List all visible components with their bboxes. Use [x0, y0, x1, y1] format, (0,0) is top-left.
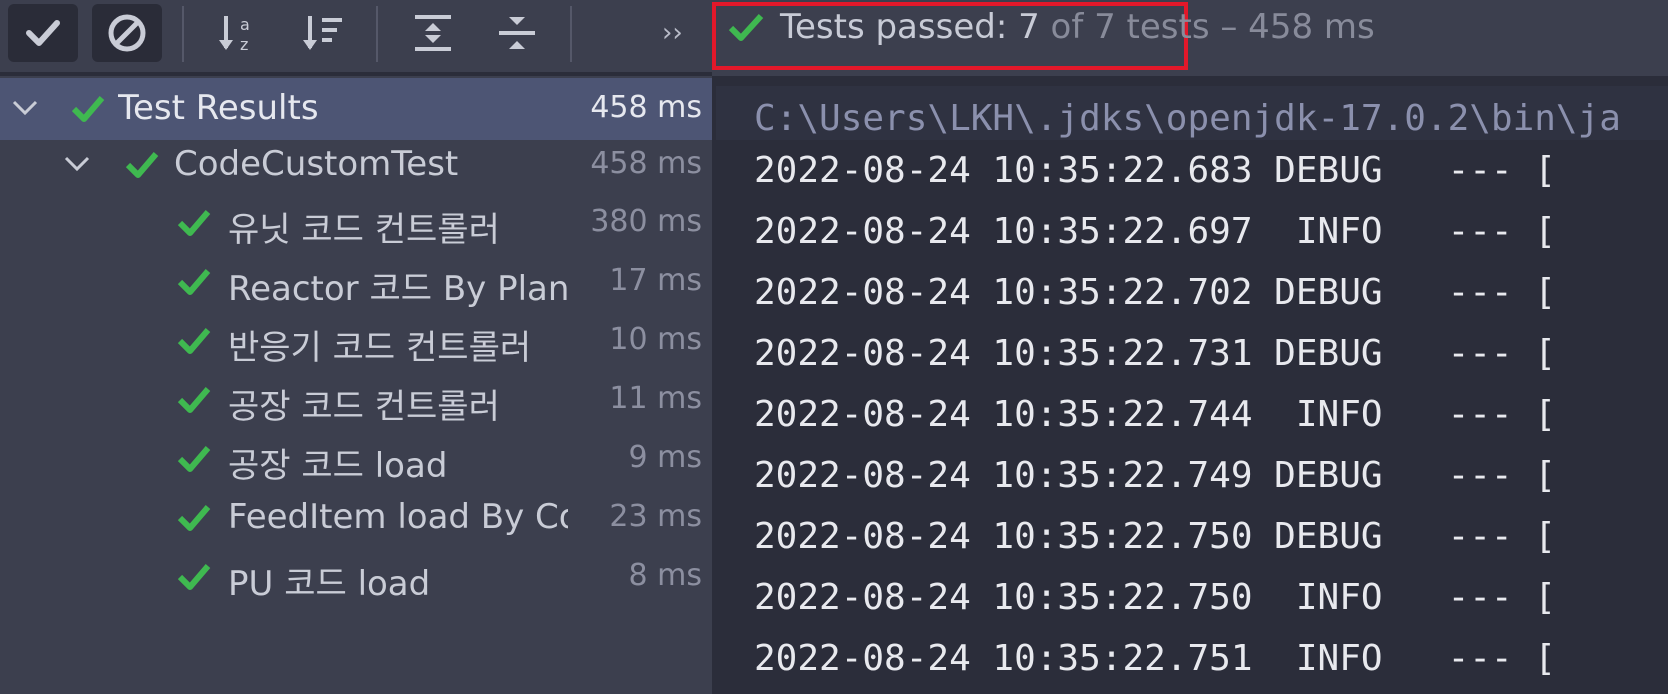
status-summary: Tests passed: 7 of 7 tests – 458 ms	[780, 7, 1375, 47]
test-row[interactable]: 공장 코드 load 9 ms	[0, 428, 712, 490]
test-row[interactable]: PU 코드 load 8 ms	[0, 546, 712, 608]
tree-root-row[interactable]: Test Results 458 ms	[0, 78, 712, 140]
check-icon	[71, 96, 105, 122]
total-duration-label: – 458 ms	[1220, 7, 1375, 47]
expand-all-icon	[415, 15, 451, 51]
passed-count-label: Tests passed: 7	[780, 7, 1040, 47]
log-line: 2022-08-24 10:35:22.750 INFO --- [	[754, 577, 1556, 618]
tree-suite-time: 458 ms	[590, 146, 702, 181]
more-actions-button[interactable]: ››	[662, 18, 683, 48]
test-name: Reactor 코드 By Plant a	[228, 269, 568, 309]
check-icon	[177, 446, 211, 472]
test-name: 공장 코드 컨트롤러	[228, 387, 500, 427]
collapse-all-button[interactable]	[482, 4, 552, 62]
toolbar-separator	[182, 6, 184, 62]
test-name: FeedItem load By Code	[228, 497, 568, 537]
test-time: 23 ms	[609, 499, 702, 534]
sort-alpha-button[interactable]: a z	[204, 4, 274, 62]
log-line: 2022-08-24 10:35:22.702 DEBUG --- [	[754, 272, 1556, 313]
check-icon	[177, 505, 211, 531]
svg-text:a: a	[240, 15, 250, 34]
test-name: 유닛 코드 컨트롤러	[228, 210, 500, 250]
test-time: 10 ms	[609, 322, 702, 357]
show-ignored-button[interactable]	[92, 4, 162, 62]
log-line: 2022-08-24 10:35:22.731 DEBUG --- [	[754, 333, 1556, 374]
toolbar-separator	[376, 6, 378, 62]
test-status-bar: Tests passed: 7 of 7 tests – 458 ms	[712, 0, 1668, 76]
expand-all-button[interactable]	[398, 4, 468, 62]
test-row[interactable]: 반응기 코드 컨트롤러 10 ms	[0, 310, 712, 372]
test-time: 8 ms	[628, 558, 702, 593]
test-row[interactable]: 공장 코드 컨트롤러 11 ms	[0, 369, 712, 431]
sort-duration-button[interactable]	[288, 4, 358, 62]
tree-suite-label: CodeCustomTest	[174, 144, 459, 184]
log-line: 2022-08-24 10:35:22.744 INFO --- [	[754, 394, 1556, 435]
test-time: 380 ms	[590, 204, 702, 239]
log-line: 2022-08-24 10:35:22.697 INFO --- [	[754, 211, 1556, 252]
check-icon	[177, 328, 211, 354]
check-icon	[728, 13, 764, 41]
toolbar-separator	[570, 6, 572, 62]
tree-suite-row[interactable]: CodeCustomTest 458 ms	[0, 134, 712, 196]
tree-root-label: Test Results	[118, 88, 319, 128]
test-row[interactable]: 유닛 코드 컨트롤러 380 ms	[0, 192, 712, 254]
test-name: PU 코드 load	[228, 564, 431, 604]
log-line: 2022-08-24 10:35:22.750 DEBUG --- [	[754, 516, 1556, 557]
log-line: 2022-08-24 10:35:22.683 DEBUG --- [	[754, 150, 1556, 191]
test-runner-toolbar: a z ››	[0, 0, 712, 72]
console-output[interactable]: C:\Users\LKH\.jdks\openjdk-17.0.2\bin\ja…	[716, 76, 1668, 694]
svg-text:z: z	[240, 35, 248, 54]
test-time: 9 ms	[628, 440, 702, 475]
log-line: 2022-08-24 10:35:22.751 INFO --- [	[754, 638, 1556, 679]
ignore-icon	[108, 14, 146, 52]
test-row[interactable]: Reactor 코드 By Plant a 17 ms	[0, 251, 712, 313]
command-line-text: C:\Users\LKH\.jdks\openjdk-17.0.2\bin\ja	[754, 98, 1621, 139]
total-count-label: of 7 tests	[1050, 7, 1210, 47]
test-name: 공장 코드 load	[228, 446, 448, 486]
check-icon	[177, 564, 211, 590]
check-icon	[125, 152, 159, 178]
command-line-row: C:\Users\LKH\.jdks\openjdk-17.0.2\bin\ja	[716, 86, 1668, 140]
tree-root-time: 458 ms	[590, 90, 702, 125]
show-passed-button[interactable]	[8, 4, 78, 62]
test-name: 반응기 코드 컨트롤러	[228, 328, 532, 368]
check-icon	[26, 20, 60, 46]
collapse-all-icon	[499, 17, 535, 49]
chevron-down-icon	[12, 100, 38, 116]
log-line: 2022-08-24 10:35:22.749 DEBUG --- [	[754, 455, 1556, 496]
test-results-tree: Test Results 458 ms CodeCustomTest 458 m…	[0, 76, 712, 694]
check-icon	[177, 269, 211, 295]
sort-duration-icon	[303, 16, 342, 50]
test-row[interactable]: FeedItem load By Code 23 ms	[0, 487, 712, 549]
sort-alpha-icon: a z	[219, 15, 250, 54]
chevron-down-icon	[64, 156, 90, 172]
test-time: 17 ms	[609, 263, 702, 298]
check-icon	[177, 210, 211, 236]
check-icon	[177, 387, 211, 413]
test-time: 11 ms	[609, 381, 702, 416]
